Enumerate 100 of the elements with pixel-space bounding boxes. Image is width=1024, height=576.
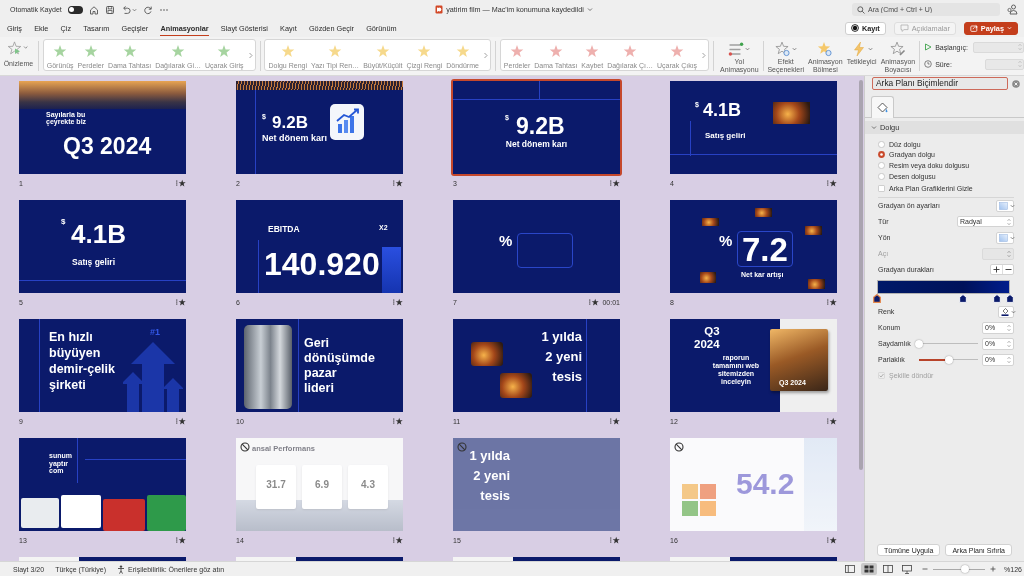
- slide-thumbnail[interactable]: %: [451, 198, 622, 295]
- gradient-stop[interactable]: [873, 293, 881, 303]
- percent-sign: %: [499, 233, 513, 248]
- zoom-in-icon[interactable]: [990, 566, 997, 572]
- percent-sign: %: [719, 233, 733, 248]
- hidden-slide-icon: [240, 442, 250, 452]
- caret-icon: [131, 7, 137, 12]
- slide-preview: [147, 495, 186, 531]
- radio-button[interactable]: [878, 172, 885, 180]
- slide-thumbnail[interactable]: En hızlı büyüyen demir-çelik şirketi #1: [17, 317, 188, 414]
- stepper-icon: [1007, 355, 1011, 364]
- grid-view-icon: [864, 565, 875, 573]
- color-button[interactable]: [998, 305, 1014, 318]
- stat-value: 4.3: [360, 480, 376, 490]
- add-stop-button[interactable]: [991, 265, 1002, 275]
- stat-value: 54.2: [736, 469, 795, 499]
- caret-icon: [1010, 235, 1015, 240]
- icon-tile: [682, 501, 698, 516]
- stat-value: 6.9: [314, 480, 330, 490]
- photo-placeholder: [808, 279, 825, 289]
- plus-icon: [993, 266, 1000, 274]
- chevron-down-icon[interactable]: [586, 7, 593, 12]
- stat-value: 4.1B: [703, 101, 742, 119]
- slide-preview: [61, 495, 101, 528]
- slide-title: Q3 2024: [694, 325, 720, 351]
- remove-stop-button[interactable]: [1002, 265, 1013, 275]
- hidden-slide-icon: [674, 442, 684, 452]
- people-icon[interactable]: [1006, 4, 1018, 15]
- presenter-view-icon: [902, 564, 913, 574]
- chart-bar: [382, 247, 401, 293]
- caret-icon: [1011, 309, 1016, 314]
- stat-caption: Net dönem karı: [262, 134, 328, 143]
- chart-icon: [330, 104, 364, 140]
- up-arrows-drawing: [123, 342, 183, 412]
- stat-value: 7.2: [742, 233, 788, 266]
- slide-thumbnail[interactable]: 1 yılda 2 yeni tesis: [451, 436, 622, 533]
- star-gear-icon: [774, 40, 791, 57]
- star-play-icon: [7, 41, 30, 55]
- stepper-icon: [1007, 323, 1011, 332]
- icon-tile: [682, 484, 698, 499]
- comment-icon: [899, 24, 909, 32]
- stat-value: 9.2B: [516, 115, 565, 138]
- autosave-toggle[interactable]: [67, 5, 83, 14]
- slide-thumbnail[interactable]: $ 4.1B Satış geliri: [17, 198, 188, 295]
- stat-caption: Satış geliri: [705, 132, 746, 140]
- radio-button[interactable]: [878, 140, 885, 148]
- caret-icon: [1010, 203, 1015, 208]
- motion-path-icon: [728, 40, 745, 57]
- slide-title: Q3 2024: [63, 135, 152, 158]
- icon-tile: [700, 484, 716, 499]
- slide-thumbnail[interactable]: Geri dönüşümde pazar lideri: [234, 317, 405, 414]
- undo-icon[interactable]: [120, 4, 131, 15]
- swatch-dropdown[interactable]: [996, 199, 1014, 212]
- fill-tab[interactable]: [871, 96, 894, 118]
- home-icon[interactable]: [88, 4, 99, 15]
- duration-field[interactable]: [985, 58, 1024, 70]
- stepper-icon: [1007, 339, 1011, 348]
- slider-thumb[interactable]: [915, 339, 923, 348]
- paint-bucket-icon: [876, 101, 889, 114]
- gradient-swatch-icon: [999, 233, 1008, 242]
- zoom-out-icon[interactable]: [922, 566, 929, 572]
- slide-label: EBITDA: [268, 225, 300, 234]
- slide-thumbnail[interactable]: 1 yılda 2 yeni tesis: [451, 317, 622, 414]
- stat-value: 4.1B: [71, 221, 126, 247]
- icon-tile: [700, 501, 716, 516]
- slider-thumb[interactable]: [961, 565, 970, 573]
- photo-placeholder: [773, 102, 810, 124]
- scrollbar[interactable]: [859, 80, 863, 470]
- view-button[interactable]: [861, 563, 878, 575]
- stat-caption: Net dönem karı: [504, 140, 569, 149]
- share-icon: [969, 24, 978, 32]
- stepper-icon: [1007, 249, 1011, 258]
- hidden-slide-icon: [457, 442, 467, 452]
- photo-placeholder: [500, 373, 532, 398]
- radio-button[interactable]: [878, 151, 885, 159]
- clock-icon: [924, 60, 933, 68]
- close-icon[interactable]: [1012, 79, 1020, 88]
- stat-value: 31.7: [265, 480, 287, 490]
- record-icon: [850, 24, 859, 32]
- redo-icon[interactable]: [142, 4, 153, 15]
- slide-title: Geri dönüşümde pazar lideri: [304, 336, 375, 396]
- save-icon[interactable]: [104, 4, 115, 15]
- photo-placeholder: [805, 226, 822, 235]
- presentation-file-icon: [435, 5, 444, 14]
- swatch-dropdown[interactable]: [996, 231, 1014, 244]
- slider-thumb[interactable]: [944, 355, 953, 364]
- stat-value: 140.920: [264, 248, 380, 280]
- slide-title: En hızlı büyüyen demir-çelik şirketi: [49, 329, 116, 393]
- accessibility-icon[interactable]: [117, 564, 126, 574]
- slide-title: 1 yılda 2 yeni tesis: [540, 328, 582, 386]
- start-field[interactable]: [973, 41, 1024, 53]
- stat-caption: Satış geliri: [72, 258, 115, 267]
- currency-symbol: $: [61, 218, 66, 226]
- photo-placeholder: [471, 342, 503, 366]
- gradient-swatch-icon: [999, 201, 1008, 210]
- checkbox[interactable]: [878, 184, 885, 192]
- slide-preview: [21, 498, 59, 528]
- stepper-icon: [1007, 217, 1011, 226]
- radio-button[interactable]: [878, 162, 885, 169]
- number-frame: [517, 233, 573, 268]
